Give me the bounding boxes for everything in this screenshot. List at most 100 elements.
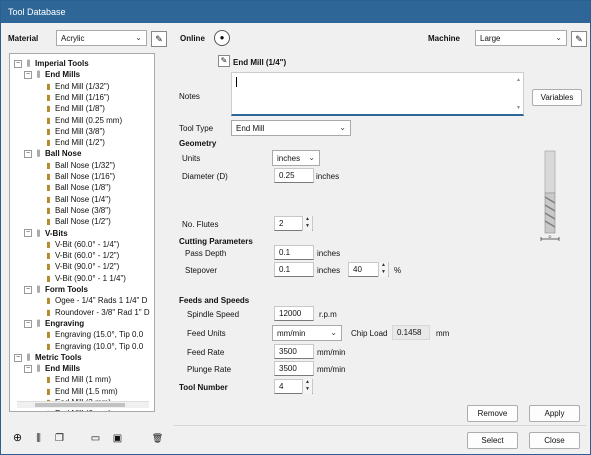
close-button[interactable]: Close [529,432,580,449]
collapse-icon[interactable]: − [14,353,22,362]
units-select[interactable]: inches ⌄ [272,150,320,166]
feed-rate-input[interactable]: 3500 [274,344,314,359]
tree-item-label: Ball Nose (1/32") [55,160,116,170]
tree-item-group[interactable]: − ⫼ Engraving [24,318,84,329]
collapse-icon[interactable]: − [24,150,32,159]
tree-item-tool[interactable]: ▮ Roundover - 3/8" Rad 1" D [44,307,149,318]
tree-item-tool[interactable]: ▮ Ball Nose (1/2") [44,216,110,227]
tree-item-tool[interactable]: ▮ V-Bit (60.0° - 1/4") [44,239,119,250]
tree-item-group[interactable]: − ⫼ Metric Tools [14,352,82,363]
edit-machine-button[interactable]: ✎ [571,31,587,47]
tool-bit-icon: ▮ [46,205,51,215]
tree-item-tool[interactable]: ▮ Ball Nose (3/8") [44,205,110,216]
material-select[interactable]: Acrylic ⌄ [56,30,147,46]
stepover-percent-unit: % [394,266,402,275]
tree-item-tool[interactable]: ▮ End Mill (1/32") [44,81,109,92]
save-button[interactable]: ▣ [111,432,124,445]
apply-button[interactable]: Apply [529,405,580,422]
open-button[interactable]: ▭ [89,432,102,445]
tree-item-tool[interactable]: ▮ End Mill (0.25 mm) [44,115,122,126]
notes-textarea[interactable]: ▲ ▼ [231,72,524,116]
copy-button[interactable]: ❐ [53,432,66,445]
diameter-input[interactable]: 0.25 [274,168,314,183]
tree-item-group[interactable]: − ⫼ Imperial Tools [14,58,89,69]
tree-item-group[interactable]: − ⫼ Form Tools [24,284,88,295]
collapse-icon[interactable]: − [14,59,22,68]
tool-bit-icon: ▮ [46,341,51,351]
variables-label: Variables [540,93,574,102]
remove-button[interactable]: Remove [467,405,518,422]
edit-material-button[interactable]: ✎ [151,31,167,47]
select-button[interactable]: Select [467,432,518,449]
tree-horizontal-scrollbar[interactable] [17,401,149,408]
tree-item-group[interactable]: − ⫼ Ball Nose [24,148,81,159]
tree-item-tool[interactable]: ▮ Ball Nose (1/16") [44,171,115,182]
tree-item-tool[interactable]: ▮ End Mill (1 mm) [44,374,111,385]
collapse-icon[interactable]: − [24,364,32,373]
stepover-spin-buttons[interactable]: ▲ ▼ [378,262,388,277]
spin-down-icon[interactable]: ▼ [305,223,310,229]
plunge-rate-label: Plunge Rate [187,365,232,374]
spin-up-icon[interactable]: ▲ [381,262,386,268]
add-tool-button[interactable]: ⊕ [11,432,24,445]
collapse-icon[interactable]: − [24,319,32,328]
tree-item-label: Ogee - 1/4" Rads 1 1/4" D [55,296,148,306]
tree-item-tool[interactable]: ▮ Engraving (10.0°, Tip 0.0 [44,341,143,352]
spin-up-icon[interactable]: ▲ [305,379,310,385]
flutes-stepper[interactable]: 2 ▲ ▼ [274,216,313,231]
machine-select[interactable]: Large ⌄ [475,30,567,46]
tree-item-tool[interactable]: ▮ Ball Nose (1/32") [44,160,115,171]
tree-item-tool[interactable]: ▮ V-Bit (60.0° - 1/2") [44,250,119,261]
tree-item-tool[interactable]: ▮ V-Bit (90.0° - 1/2") [44,261,119,272]
collapse-icon[interactable]: − [24,229,32,238]
tool-type-select[interactable]: End Mill ⌄ [231,120,351,136]
tree-item-tool[interactable]: ▮ End Mill (1/16") [44,92,109,103]
divider [174,425,586,426]
stepover-input[interactable]: 0.1 [274,262,314,277]
tree-item-group[interactable]: − ⫼ End Mills [24,69,80,80]
pass-depth-label: Pass Depth [185,249,227,258]
tree-item-tool[interactable]: ▮ Ball Nose (1/8") [44,182,110,193]
tree-item-label: Engraving (15.0°, Tip 0.0 [55,330,144,340]
edit-tool-name-button[interactable]: ✎ [218,55,230,67]
feed-units-select[interactable]: mm/min ⌄ [272,325,342,341]
tool-number-stepper[interactable]: 4 ▲ ▼ [274,379,313,394]
stepover-unit: inches [317,266,341,275]
flutes-spin-buttons[interactable]: ▲ ▼ [302,216,312,231]
tree-item-tool[interactable]: ▮ End Mill (3/8") [44,126,105,137]
tree-item-tool[interactable]: ▮ Ball Nose (1/4") [44,194,110,205]
spin-up-icon[interactable]: ▲ [305,216,310,222]
tool-number-spin-buttons[interactable]: ▲ ▼ [302,379,312,394]
scroll-up-icon[interactable]: ▲ [516,77,521,83]
collapse-icon[interactable]: − [24,71,32,80]
online-user-button[interactable]: ● [214,30,230,46]
spin-down-icon[interactable]: ▼ [305,386,310,392]
pass-depth-input[interactable]: 0.1 [274,245,314,260]
add-group-button[interactable]: ⫼ [32,432,45,445]
tree-item-tool[interactable]: ▮ Ogee - 1/4" Rads 1 1/4" D [44,295,147,306]
variables-button[interactable]: Variables [532,89,582,106]
add-icon: ⊕ [12,432,23,444]
feed-units-label: Feed Units [187,329,226,338]
stepover-percent-stepper[interactable]: 40 ▲ ▼ [348,262,389,277]
tool-group-icon: ⫼ [36,318,41,328]
scroll-down-icon[interactable]: ▼ [516,105,521,111]
delete-button[interactable]: 🗑 [151,432,164,445]
tree-item-tool[interactable]: ▮End Mill (6 mm) [44,408,111,411]
tool-tree[interactable]: − ⫼ Imperial Tools − ⫼ End Mills ▮ End Mill (1/… [9,53,155,412]
edit-icon: ✎ [575,34,583,44]
tree-item-group[interactable]: − ⫼ V-Bits [24,228,68,239]
spindle-speed-input[interactable]: 12000 [274,306,314,321]
tree-item-tool[interactable]: ▮ End Mill (1.5 mm) [44,386,117,397]
tree-item-tool[interactable]: ▮ End Mill (1/2") [44,137,105,148]
tool-type-value: End Mill [236,124,265,133]
spin-down-icon[interactable]: ▼ [381,269,386,275]
tree-item-group[interactable]: − ⫼ End Mills [24,363,80,374]
scrollbar-thumb[interactable] [35,403,125,407]
tree-item-tool[interactable]: ▮ V-Bit (90.0° - 1 1/4") [44,273,126,284]
notes-label: Notes [179,92,200,101]
collapse-icon[interactable]: − [24,285,32,294]
tree-item-tool[interactable]: ▮ End Mill (1/8") [44,103,105,114]
plunge-rate-input[interactable]: 3500 [274,361,314,376]
tree-item-tool[interactable]: ▮ Engraving (15.0°, Tip 0.0 [44,329,143,340]
